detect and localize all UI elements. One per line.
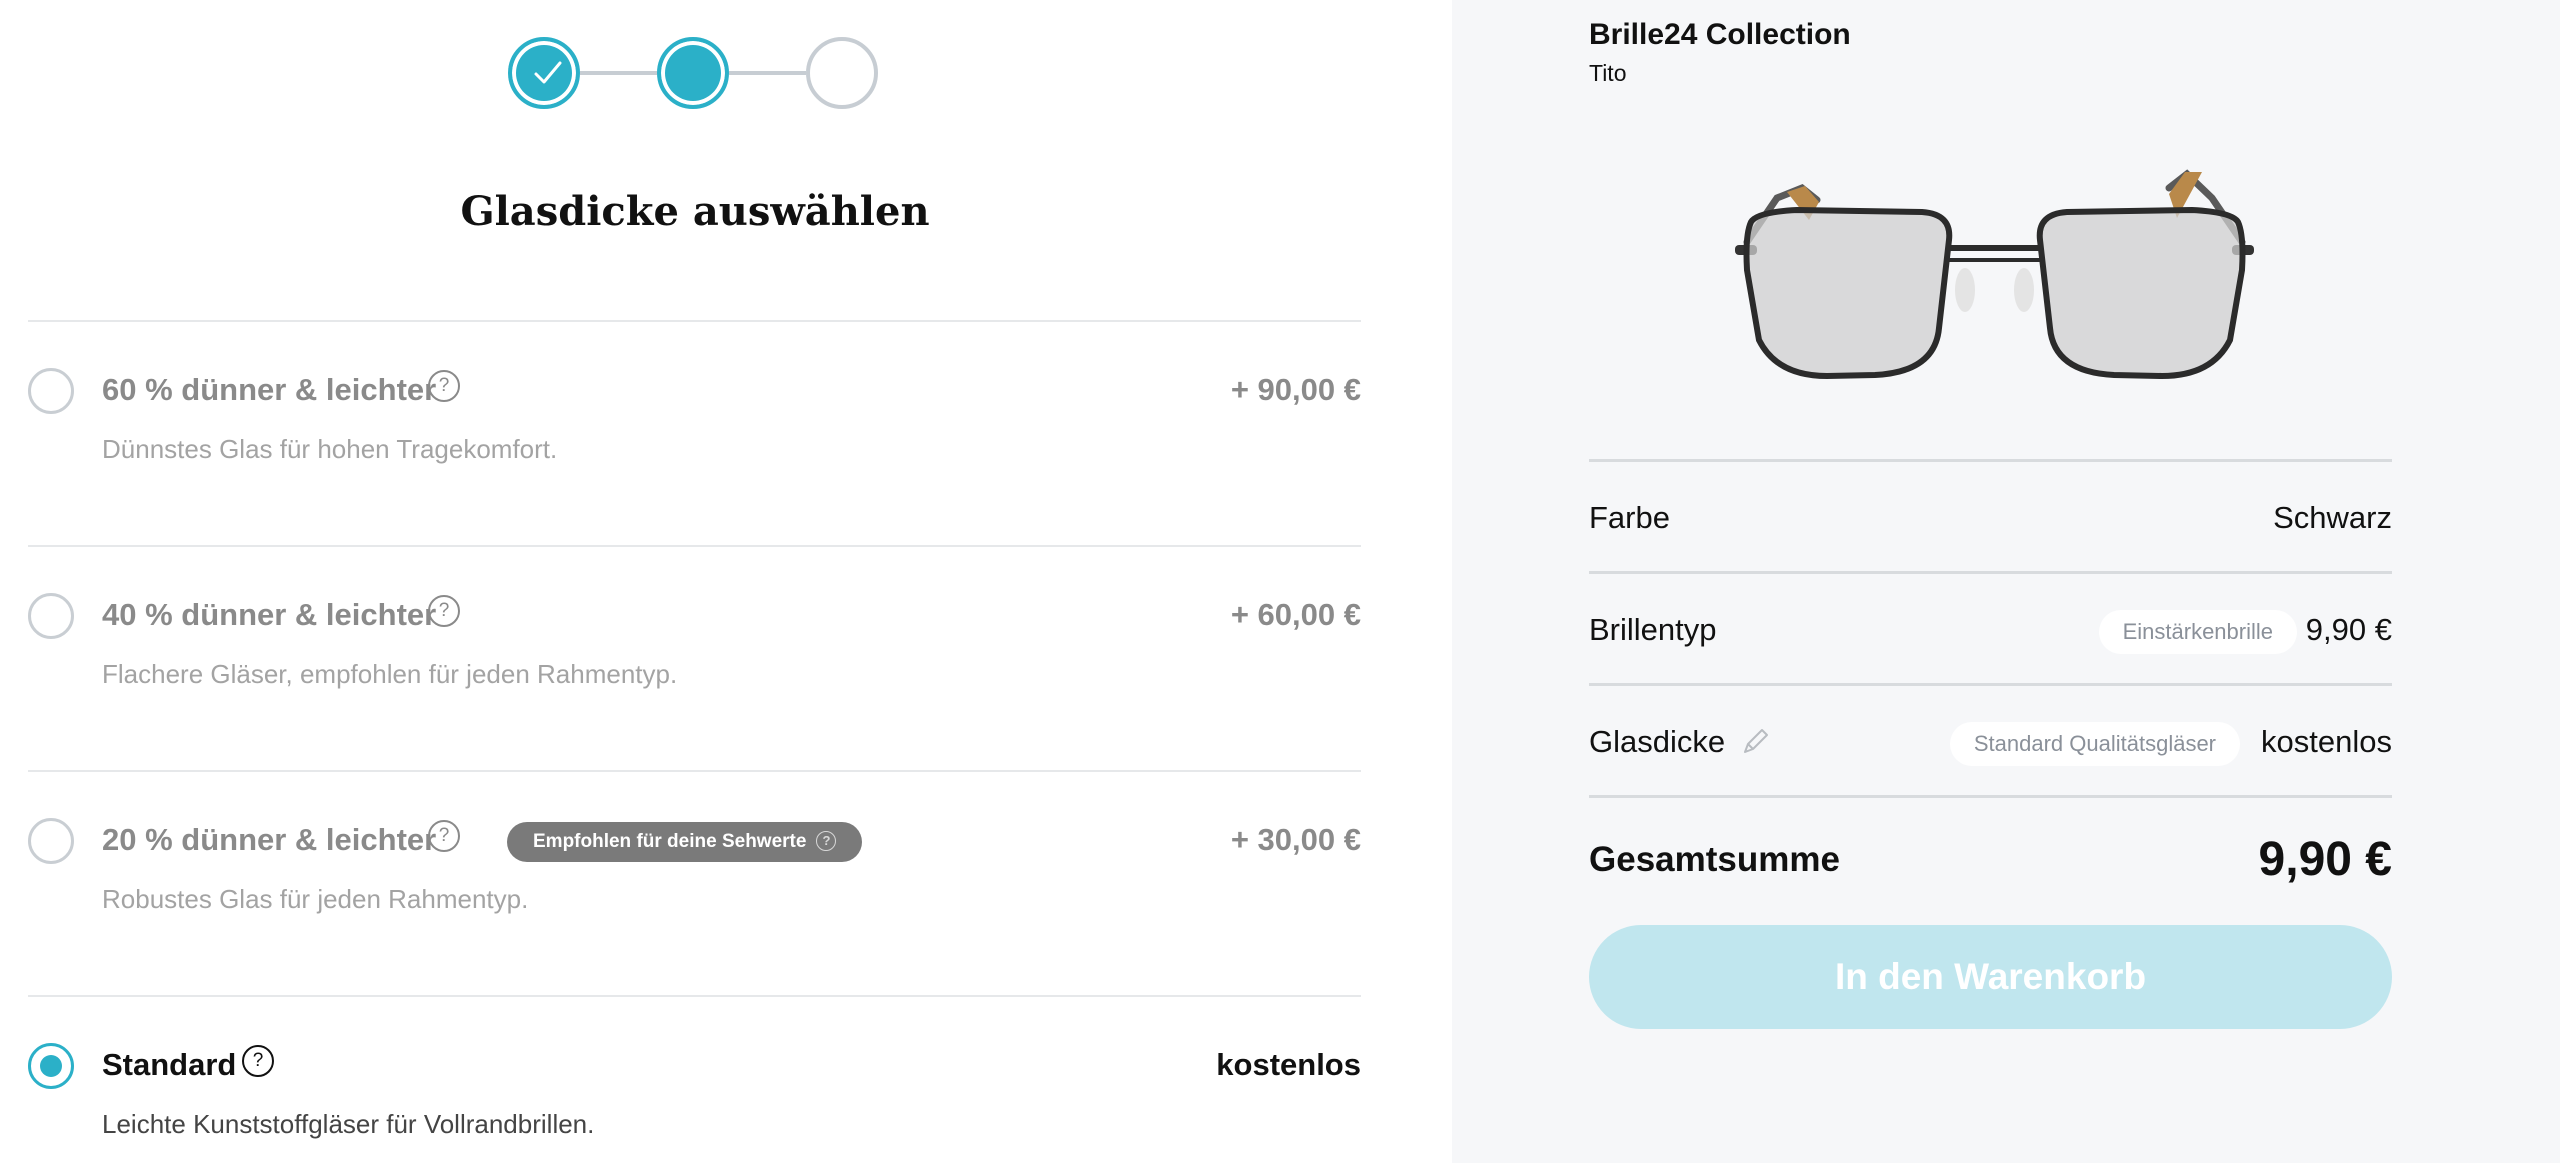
radio-button[interactable] [28,593,74,639]
model-name: Tito [1589,60,1627,86]
type-chip: Einstärkenbrille [2098,610,2297,654]
summary-row-color: Farbe Schwarz [1589,459,2392,571]
stepper-connector [580,71,657,75]
lens-thickness-options: 60 % dünner & leichter ? Dünnstes Glas f… [28,320,1361,1163]
add-to-cart-button[interactable]: In den Warenkorb [1589,925,2392,1029]
option-description: Flachere Gläser, empfohlen für jeden Rah… [102,659,678,689]
total-value: 9,90 € [2258,833,2392,886]
help-icon[interactable]: ? [816,831,837,851]
thickness-chip: Standard Qualitätsgläser [1949,722,2240,766]
summary-row-total: Gesamtsumme 9,90 € [1589,795,2392,907]
option-description: Leichte Kunststoffgläser für Vollrandbri… [102,1109,595,1139]
row-label: Glasdicke [1589,724,1726,759]
summary-row-thickness: Glasdicke Standard Qualitätsgläser koste… [1589,683,2392,795]
row-value: kostenlos [2261,724,2392,759]
option-price: + 30,00 € [1230,822,1361,857]
pencil-icon[interactable] [1739,724,1773,758]
progress-stepper [508,37,880,109]
order-summary: Farbe Schwarz Brillentyp Einstärkenbrill… [1589,459,2392,907]
option-title: Standard [102,1047,237,1082]
help-icon[interactable]: ? [428,595,460,627]
page-title: Glasdicke auswählen [460,188,930,235]
total-label: Gesamtsumme [1589,840,1840,879]
step-3-upcoming [806,37,878,109]
help-icon[interactable]: ? [428,820,460,852]
lens-selection-panel: Glasdicke auswählen 60 % dünner & leicht… [0,0,1452,1163]
step-1-completed[interactable] [508,37,580,109]
row-value: 9,90 € [2305,612,2392,647]
option-description: Robustes Glas für jeden Rahmentyp. [102,884,529,914]
radio-button[interactable] [28,818,74,864]
row-value: Schwarz [2273,500,2392,535]
option-title: 60 % dünner & leichter [102,372,437,407]
summary-row-type: Brillentyp Einstärkenbrille 9,90 € [1589,571,2392,683]
option-price: kostenlos [1216,1047,1361,1082]
glasses-product-image [1735,169,2254,380]
lens-option-20[interactable]: 20 % dünner & leichter ? Robustes Glas f… [28,770,1361,995]
lens-option-60[interactable]: 60 % dünner & leichter ? Dünnstes Glas f… [28,320,1361,545]
brand-name: Brille24 Collection [1589,18,1851,51]
lens-option-standard[interactable]: Standard ? Leichte Kunststoffgläser für … [28,995,1361,1163]
option-description: Dünnstes Glas für hohen Tragekomfort. [102,434,558,464]
row-label: Farbe [1589,500,1670,535]
lens-option-40[interactable]: 40 % dünner & leichter ? Flachere Gläser… [28,545,1361,770]
order-summary-panel: Brille24 Collection Tito Farbe Schwarz B… [1452,0,2560,1163]
check-icon [534,61,562,84]
badge-label: Empfohlen für deine Sehwerte [533,831,807,852]
stepper-connector [729,71,806,75]
recommended-badge: Empfohlen für deine Sehwerte? [507,822,863,862]
help-icon[interactable]: ? [428,370,460,402]
page: Glasdicke auswählen 60 % dünner & leicht… [0,0,2560,1163]
step-2-current [657,37,729,109]
row-label: Brillentyp [1589,612,1717,647]
option-title: 40 % dünner & leichter [102,597,437,632]
radio-button-selected[interactable] [28,1043,74,1089]
help-icon[interactable]: ? [242,1045,274,1077]
option-price: + 90,00 € [1230,372,1361,407]
option-title: 20 % dünner & leichter [102,822,437,857]
radio-button[interactable] [28,368,74,414]
option-price: + 60,00 € [1230,597,1361,632]
